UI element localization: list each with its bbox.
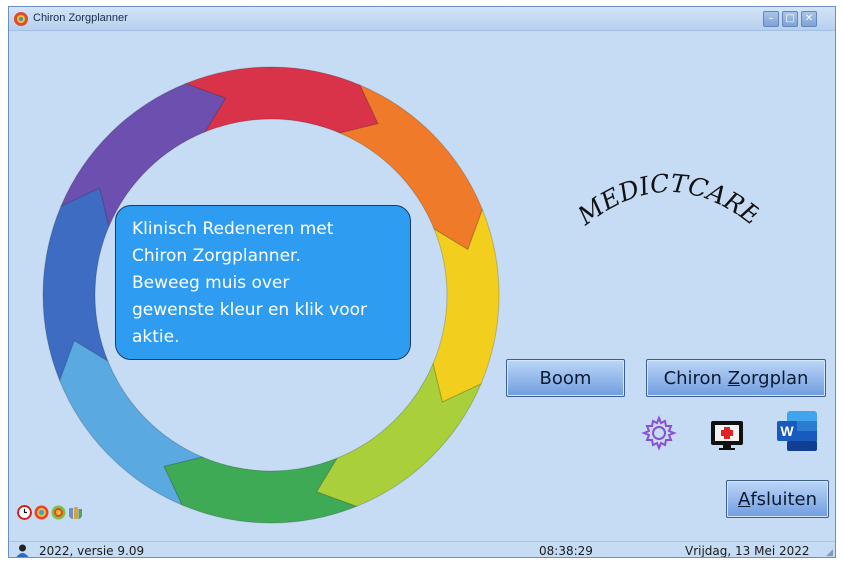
main-content: Klinisch Redeneren met Chiron Zorgplanne… — [9, 31, 835, 541]
window-title: Chiron Zorgplanner — [33, 12, 128, 24]
medical-monitor-icon[interactable] — [709, 417, 745, 453]
boom-button[interactable]: Boom — [506, 359, 625, 397]
info-line: Chiron Zorgplanner. — [132, 246, 301, 266]
gear-icon[interactable] — [641, 415, 677, 451]
version-label: 2022, versie 9.09 — [39, 544, 145, 558]
info-line: Klinisch Redeneren met — [132, 219, 334, 239]
wheel-alt-icon[interactable] — [51, 505, 66, 520]
books-icon[interactable] — [68, 505, 83, 520]
quick-icons — [17, 505, 83, 520]
word-letter: W — [780, 423, 794, 439]
logo-text: MEDICTCARE — [579, 169, 759, 232]
svg-text:MEDICTCARE: MEDICTCARE — [579, 169, 759, 232]
clock-icon[interactable] — [17, 505, 32, 520]
access-key: Z — [727, 367, 741, 389]
minimize-button[interactable]: – — [763, 11, 779, 27]
word-icon[interactable]: W — [775, 409, 819, 453]
info-bubble: Klinisch Redeneren met Chiron Zorgplanne… — [115, 205, 411, 360]
status-bar: 2022, versie 9.09 08:38:29 Vrijdag, 13 M… — [9, 541, 835, 558]
clock-label: 08:38:29 — [539, 544, 593, 558]
app-window: Chiron Zorgplanner – □ ✕ Klinisch Redene… — [8, 6, 836, 558]
title-bar[interactable]: Chiron Zorgplanner – □ ✕ — [9, 7, 835, 31]
date-label: Vrijdag, 13 Mei 2022 — [685, 544, 810, 558]
user-icon — [16, 544, 29, 557]
close-button[interactable]: ✕ — [801, 11, 817, 27]
wheel-icon[interactable] — [34, 505, 49, 520]
chiron-zorgplan-button[interactable]: Chiron Zorgplan — [646, 359, 826, 397]
access-key: A — [738, 488, 751, 510]
button-label: orgplan — [740, 367, 809, 389]
info-line: aktie. — [132, 327, 180, 347]
resize-grip[interactable]: ◢ — [826, 548, 833, 557]
info-line: gewenste kleur en klik voor — [132, 300, 367, 320]
info-line: Beweeg muis over — [132, 273, 290, 293]
button-label: Chiron — [663, 367, 722, 389]
afsluiten-button[interactable]: Afsluiten — [726, 480, 829, 518]
button-label: fsluiten — [750, 488, 817, 510]
medicare-logo: MEDICTCARE — [579, 169, 759, 232]
maximize-button[interactable]: □ — [782, 11, 798, 27]
app-icon — [14, 12, 28, 26]
